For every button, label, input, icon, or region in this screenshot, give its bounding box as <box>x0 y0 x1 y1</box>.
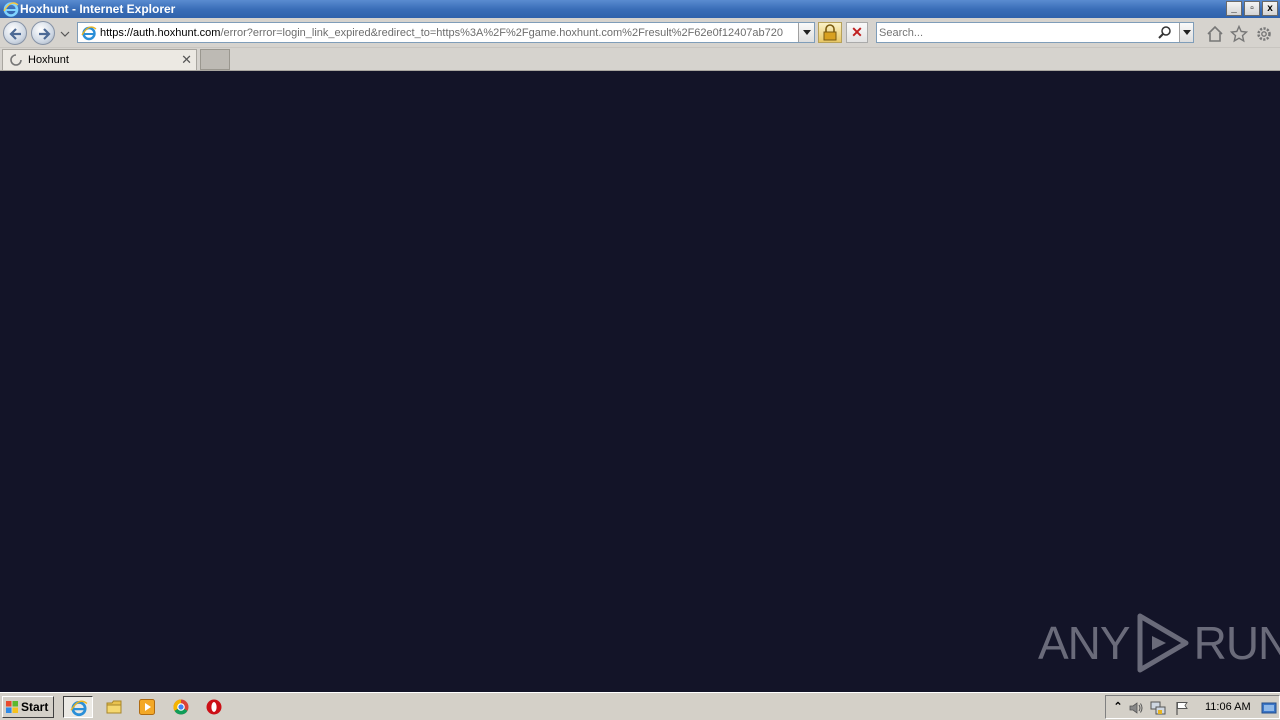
media-player-icon <box>139 699 155 715</box>
minimize-button[interactable]: _ <box>1226 1 1242 16</box>
favorites-star-icon[interactable] <box>1230 25 1248 43</box>
search-box[interactable] <box>876 22 1194 43</box>
forward-arrow-icon <box>39 28 51 40</box>
address-bar[interactable]: https://auth.hoxhunt.com/error?error=log… <box>77 22 815 43</box>
anyrun-watermark: ANY RUN <box>1038 608 1280 678</box>
system-tray: ⌃ 11:06 AM <box>1105 695 1280 719</box>
watermark-any-text: ANY <box>1038 617 1131 669</box>
taskbar-opera[interactable] <box>199 696 229 718</box>
tab-hoxhunt[interactable]: Hoxhunt ✕ <box>2 49 197 70</box>
tab-close-icon[interactable]: ✕ <box>181 52 192 68</box>
url-path: /error?error=login_link_expired&redirect… <box>220 27 784 39</box>
loading-spinner-icon <box>10 54 22 66</box>
watermark-run-text: RUN <box>1193 617 1280 669</box>
url-prefix: https://auth. <box>100 27 158 39</box>
window-controls: _ ▫ x <box>1226 1 1278 16</box>
search-input[interactable] <box>879 24 1151 41</box>
window-title: Hoxhunt - Internet Explorer <box>20 2 176 16</box>
window-titlebar: Hoxhunt - Internet Explorer _ ▫ x <box>0 0 1280 18</box>
windows-logo-icon <box>6 701 18 713</box>
network-icon[interactable] <box>1150 700 1166 716</box>
forward-button[interactable] <box>31 21 55 45</box>
navigation-bar: https://auth.hoxhunt.com/error?error=log… <box>0 18 1280 48</box>
address-url[interactable]: https://auth.hoxhunt.com/error?error=log… <box>100 26 790 40</box>
ie-page-icon <box>81 26 97 41</box>
address-dropdown-button[interactable] <box>798 23 814 42</box>
page-content: ANY RUN <box>0 72 1280 692</box>
taskbar-chrome[interactable] <box>166 696 196 718</box>
back-button[interactable] <box>3 21 27 45</box>
home-icon[interactable] <box>1206 25 1224 43</box>
security-lock-button[interactable] <box>818 22 842 43</box>
ie-logo-icon <box>3 2 19 17</box>
taskbar: Start ⌃ 11:06 AM <box>0 692 1280 720</box>
start-label: Start <box>21 700 49 714</box>
taskbar-clock[interactable]: 11:06 AM <box>1205 701 1251 713</box>
search-dropdown-button[interactable] <box>1179 23 1193 42</box>
tab-bar: Hoxhunt ✕ <box>0 48 1280 71</box>
taskbar-file-explorer[interactable] <box>99 696 129 718</box>
play-logo-icon <box>1137 613 1189 673</box>
taskbar-media-player[interactable] <box>132 696 162 718</box>
action-center-flag-icon[interactable] <box>1174 700 1190 716</box>
back-arrow-icon <box>9 28 21 40</box>
folder-icon <box>106 700 122 714</box>
tab-label: Hoxhunt <box>28 54 69 66</box>
start-button[interactable]: Start <box>2 696 54 718</box>
show-desktop-icon[interactable] <box>1261 700 1277 716</box>
restore-button[interactable]: ▫ <box>1244 1 1260 16</box>
new-tab-button[interactable] <box>200 49 230 70</box>
url-host: hoxhunt.com <box>157 27 221 39</box>
lock-icon <box>823 24 837 41</box>
ie-taskbar-icon <box>70 700 88 717</box>
stop-button[interactable]: ✕ <box>846 22 868 43</box>
show-hidden-icons-button[interactable]: ⌃ <box>1110 700 1126 716</box>
taskbar-internet-explorer[interactable] <box>63 696 93 718</box>
volume-icon[interactable] <box>1128 700 1144 716</box>
search-icon[interactable] <box>1157 25 1173 41</box>
recent-pages-dropdown-icon[interactable] <box>60 29 70 39</box>
chrome-icon <box>173 699 189 715</box>
opera-icon <box>206 699 222 715</box>
settings-gear-icon[interactable] <box>1255 25 1273 43</box>
close-window-button[interactable]: x <box>1262 1 1278 16</box>
